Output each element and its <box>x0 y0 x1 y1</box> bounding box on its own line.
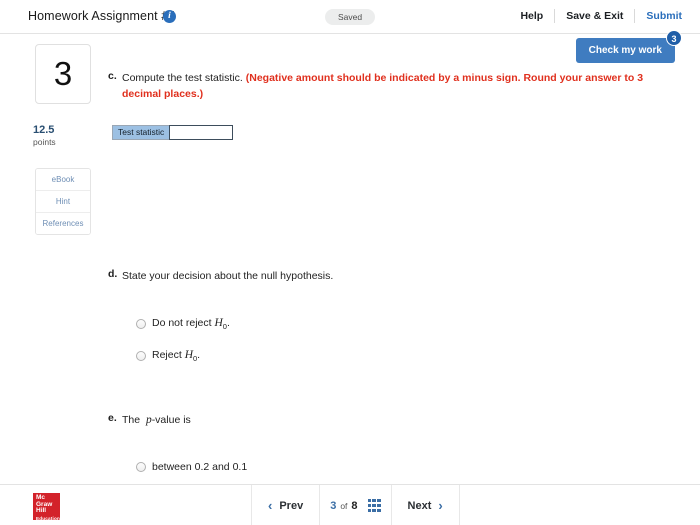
check-my-work-button[interactable]: Check my work <box>575 38 675 63</box>
status-badge: Saved <box>325 9 376 25</box>
grid-menu-icon[interactable] <box>367 499 381 512</box>
part-d-letter: d. <box>108 268 118 280</box>
total-pages: 8 <box>351 499 358 512</box>
test-statistic-label: Test statistic <box>113 126 171 139</box>
mcgraw-hill-logo: Mc Graw Hill Education <box>33 493 61 521</box>
prev-label: Prev <box>279 499 304 512</box>
save-and-exit-link[interactable]: Save & Exit <box>555 10 634 22</box>
radio-option-do-not-reject[interactable]: Do not reject H0. <box>136 317 230 331</box>
hint-button[interactable]: Hint <box>36 191 90 213</box>
option-label: Do not reject H0. <box>152 317 230 332</box>
help-link[interactable]: Help <box>509 10 554 22</box>
part-e-letter: e. <box>108 412 117 424</box>
prev-button[interactable]: ‹ Prev <box>252 498 319 513</box>
question-part-d: d. State your decision about the null hy… <box>108 268 508 284</box>
next-button-wrap: Next › <box>390 485 459 525</box>
references-button[interactable]: References <box>36 213 90 234</box>
current-page: 3 <box>330 499 337 512</box>
part-c-text: Compute the test statistic. (Negative am… <box>122 70 653 102</box>
test-statistic-answer-row: Test statistic <box>112 125 234 140</box>
option-label: Reject H0. <box>152 349 201 364</box>
logo-line-3: Hill <box>36 507 47 515</box>
logo-line-4: Education <box>36 515 61 521</box>
radio-icon[interactable] <box>136 462 146 472</box>
radio-option-pvalue-1[interactable]: between 0.2 and 0.1 <box>136 461 247 473</box>
top-bar-links: Help Save & Exit Submit <box>509 9 682 23</box>
page-counter: 3 of 8 <box>319 485 390 525</box>
part-c-prompt: Compute the test statistic. <box>122 72 243 84</box>
top-bar: Homework Assignment #4 i Saved Help Save… <box>0 0 700 34</box>
radio-icon[interactable] <box>136 319 146 330</box>
question-part-c: c. Compute the test statistic. (Negative… <box>108 70 653 102</box>
chevron-left-icon: ‹ <box>268 498 273 513</box>
page-title: Homework Assignment #4 <box>28 9 176 23</box>
ebook-button[interactable]: eBook <box>36 169 90 191</box>
radio-option-reject[interactable]: Reject H0. <box>136 349 200 363</box>
check-my-work-badge: 3 <box>666 30 682 46</box>
points-label: points <box>33 137 56 147</box>
check-my-work-container: Check my work 3 <box>575 30 682 63</box>
pagination-controls: ‹ Prev 3 of 8 Next › <box>251 485 460 525</box>
footer-bar: Mc Graw Hill Education ‹ Prev 3 of 8 Nex… <box>0 484 700 525</box>
info-icon[interactable]: i <box>163 10 176 23</box>
chevron-right-icon: › <box>438 498 443 513</box>
assignment-page: Homework Assignment #4 i Saved Help Save… <box>0 0 700 525</box>
option-label: between 0.2 and 0.1 <box>152 461 248 473</box>
radio-icon[interactable] <box>136 351 146 362</box>
part-d-prompt: State your decision about the null hypot… <box>122 270 334 282</box>
question-part-e: e. The p-value is <box>108 412 508 428</box>
submit-link[interactable]: Submit <box>635 10 682 22</box>
part-c-letter: c. <box>108 70 117 82</box>
next-button[interactable]: Next › <box>392 498 459 513</box>
test-statistic-input[interactable] <box>169 125 234 140</box>
next-label: Next <box>407 499 432 512</box>
tool-buttons: eBook Hint References <box>35 168 91 235</box>
points-value: 12.5 <box>33 124 55 136</box>
part-e-prompt: The p-value is <box>122 414 191 426</box>
of-label: of <box>340 500 348 511</box>
question-number: 3 <box>35 44 91 104</box>
